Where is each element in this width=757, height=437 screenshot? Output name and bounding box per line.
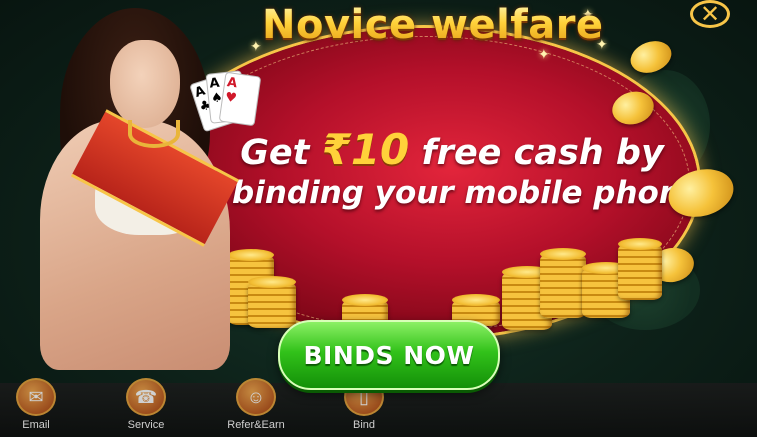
nav-label: Email [22, 419, 50, 431]
reward-amount: ₹10 [321, 125, 410, 174]
popup-title: Novice welfare [262, 2, 604, 48]
sparkle-icon: ✦ [250, 38, 262, 54]
sparkle-icon: ✦ [538, 46, 550, 62]
close-icon: ✕ [699, 0, 721, 28]
coin-stack-icon [618, 238, 662, 300]
woman-face [110, 40, 180, 128]
people-icon: ☺ [236, 378, 276, 416]
nav-email[interactable]: ✉ Email [4, 378, 68, 437]
necklace-icon [128, 120, 180, 148]
coin-stack-icon [248, 276, 296, 328]
envelope-icon: ✉ [16, 378, 56, 416]
headline-line-1: Get ₹10 free cash by [232, 125, 672, 175]
nav-label: Refer&Earn [227, 419, 285, 431]
nav-service[interactable]: ☎ Service [114, 378, 178, 437]
nav-refer-earn[interactable]: ☺ Refer&Earn [224, 378, 288, 437]
promo-headline: Get ₹10 free cash by binding your mobile… [232, 125, 702, 211]
playing-cards: A ♣ A ♠ A ♥ [189, 70, 262, 133]
playing-card: A ♥ [218, 71, 262, 127]
close-button[interactable]: ✕ [690, 0, 730, 28]
headline-line-2: binding your mobile phone [232, 174, 702, 211]
headset-icon: ☎ [126, 378, 166, 416]
headline-suffix: free cash by [421, 133, 664, 173]
headline-prefix: Get [240, 133, 310, 173]
screen: ✦ ✦ ✦ ✦ ✦ Novice welfare Get ₹10 free ca… [0, 0, 757, 437]
nav-label: Bind [352, 419, 376, 431]
nav-label: Service [127, 419, 165, 431]
binds-now-button[interactable]: BINDS NOW [278, 320, 500, 390]
coin-stack-icon [540, 248, 586, 318]
